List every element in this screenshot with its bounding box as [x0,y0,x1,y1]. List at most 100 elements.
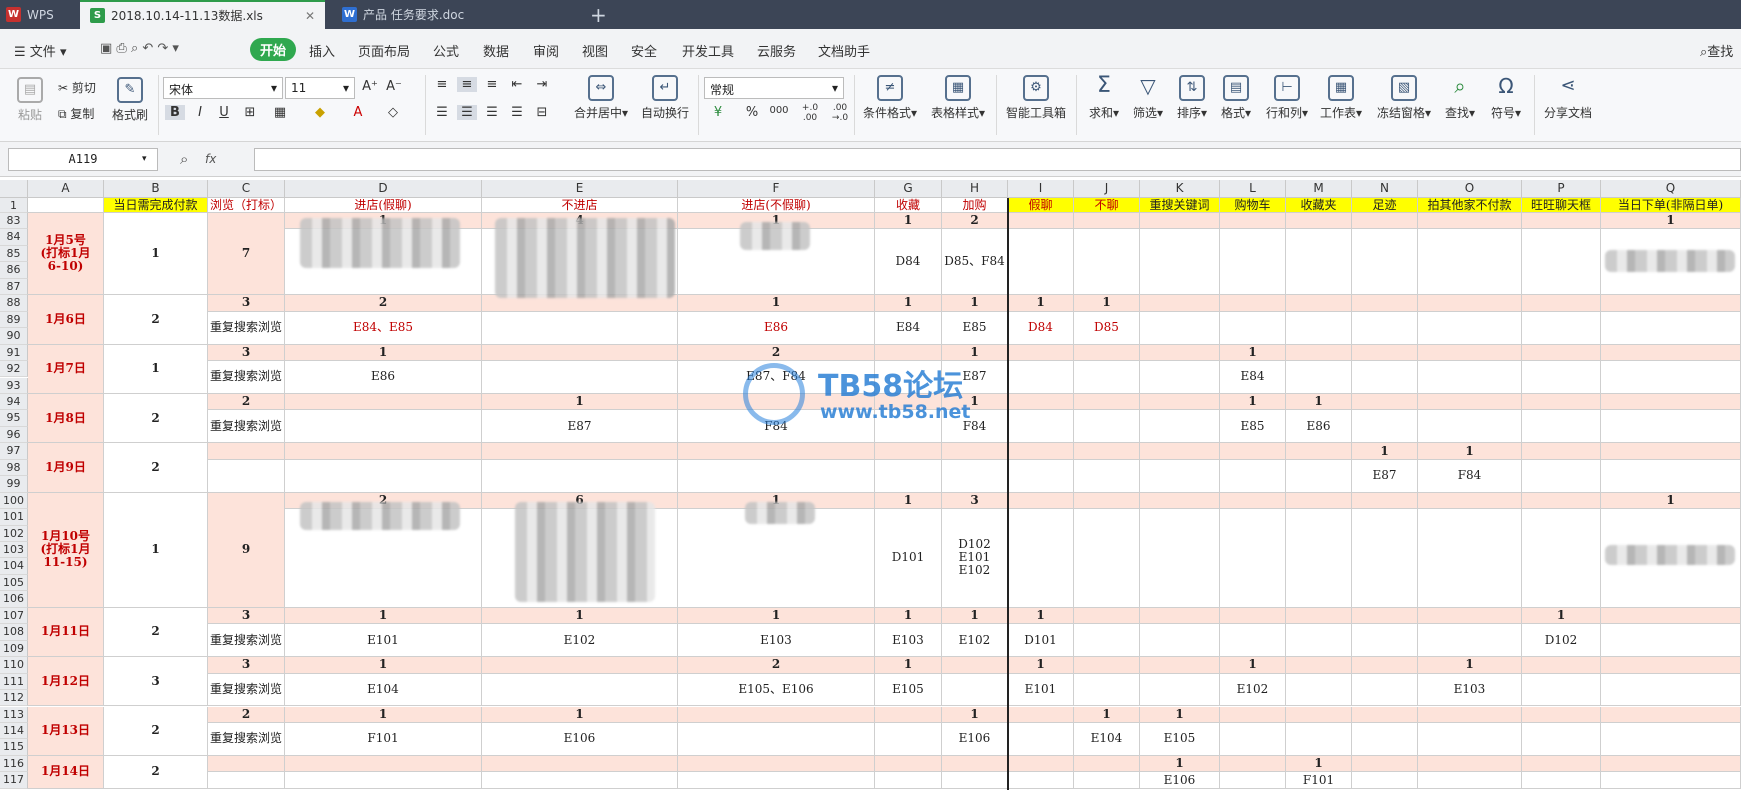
column-header-e[interactable]: E [482,180,678,198]
column-header-n[interactable]: N [1352,180,1418,198]
row-header[interactable]: 106 [0,591,28,608]
date-cell[interactable]: 1月10号 (打标1月 11-15) [28,492,104,608]
count-cell[interactable] [1220,492,1286,510]
count-cell[interactable] [1008,393,1074,411]
value-cell[interactable]: F101 [1286,772,1352,789]
value-cell[interactable]: E104 [1074,722,1140,756]
value-cell[interactable] [1522,459,1601,493]
value-cell[interactable] [1008,361,1074,394]
value-cell[interactable] [1352,772,1418,789]
date-cell[interactable]: 1月6日 [28,295,104,345]
count-cell[interactable] [1418,607,1522,625]
row-header[interactable]: 103 [0,542,28,559]
value-cell[interactable] [1220,624,1286,658]
row-header[interactable]: 97 [0,443,28,460]
count-cell[interactable]: 1 [875,607,942,625]
value-cell[interactable]: E103 [678,624,875,658]
value-cell[interactable] [1352,673,1418,707]
count-cell[interactable] [1140,393,1220,411]
count-cell[interactable] [1418,492,1522,510]
count-cell[interactable] [1601,393,1741,411]
column-header-b[interactable]: B [104,180,208,198]
column-header-f[interactable]: F [678,180,875,198]
count-cell[interactable]: 1 [1220,657,1286,674]
value-cell[interactable] [678,459,875,493]
count-cell[interactable] [1522,657,1601,674]
row-header[interactable]: 102 [0,525,28,542]
value-cell[interactable] [1074,410,1140,444]
count-cell[interactable] [1522,213,1601,230]
row-header[interactable]: 83 [0,213,28,230]
value-cell[interactable] [1418,311,1522,345]
count-cell[interactable] [285,755,482,773]
value-cell[interactable] [1601,410,1741,444]
count-cell[interactable] [1418,706,1522,723]
count-cell[interactable] [1601,344,1741,362]
value-cell[interactable]: E85 [1220,410,1286,444]
count-cell[interactable] [1352,295,1418,312]
count-cell[interactable] [942,755,1008,773]
value-cell[interactable]: E101 [285,624,482,658]
value-cell[interactable] [1601,361,1741,394]
row-header[interactable]: 98 [0,459,28,477]
count-cell[interactable] [1352,393,1418,411]
count-cell[interactable] [875,706,942,723]
value-cell[interactable] [942,772,1008,789]
count-cell[interactable]: 1 [1008,607,1074,625]
value-cell[interactable] [678,772,875,789]
header-cell[interactable]: 进店(假聊) [285,198,482,213]
value-cell[interactable]: F101 [285,722,482,756]
value-cell[interactable]: E87 [1352,459,1418,493]
header-cell[interactable]: 不聊 [1074,198,1140,213]
count-cell[interactable]: 1 [285,706,482,723]
count-cell[interactable] [1601,295,1741,312]
value-cell[interactable] [1074,229,1140,296]
value-cell[interactable] [1140,459,1220,493]
value-cell[interactable] [678,722,875,756]
browse-count-cell[interactable]: 3 [208,607,285,625]
count-cell[interactable]: 1 [942,607,1008,625]
value-cell[interactable] [1008,722,1074,756]
count-cell[interactable] [1074,755,1140,773]
value-cell[interactable]: E86 [1286,410,1352,444]
header-cell[interactable]: 收藏 [875,198,942,213]
count-cell[interactable] [1220,706,1286,723]
count-cell[interactable] [875,443,942,460]
value-cell[interactable]: E84 [1220,361,1286,394]
value-cell[interactable]: E85 [942,311,1008,345]
value-cell[interactable]: E86 [678,311,875,345]
value-cell[interactable]: D102 E101 E102 [942,509,1008,608]
value-cell[interactable] [1140,311,1220,345]
count-cell[interactable] [1008,443,1074,460]
count-cell[interactable]: 1 [1352,443,1418,460]
value-cell[interactable]: E102 [1220,673,1286,707]
value-cell[interactable] [1601,459,1741,493]
count-cell[interactable]: 3 [942,492,1008,510]
count-cell[interactable] [1074,213,1140,230]
row-header[interactable]: 100 [0,492,28,510]
header-cell[interactable]: 当日需完成付款 [104,198,208,213]
row-header[interactable]: 112 [0,690,28,707]
count-cell[interactable]: 1 [1008,295,1074,312]
payment-count-cell[interactable]: 1 [104,492,208,608]
value-cell[interactable] [1418,361,1522,394]
header-cell[interactable]: 进店(不假聊) [678,198,875,213]
value-cell[interactable] [1220,311,1286,345]
count-cell[interactable]: 1 [1418,443,1522,460]
count-cell[interactable]: 2 [942,213,1008,230]
row-header[interactable]: 107 [0,607,28,625]
browse-note-cell[interactable]: 重复搜索浏览 [208,361,285,394]
count-cell[interactable] [1418,295,1522,312]
browse-note-cell[interactable]: 重复搜索浏览 [208,673,285,707]
value-cell[interactable] [1074,509,1140,608]
count-cell[interactable] [1074,443,1140,460]
count-cell[interactable] [1522,755,1601,773]
date-cell[interactable]: 1月5号 (打标1月 6-10) [28,213,104,296]
count-cell[interactable] [1074,492,1140,510]
value-cell[interactable]: E104 [285,673,482,707]
row-header[interactable]: 115 [0,739,28,756]
row-header[interactable]: 104 [0,558,28,575]
value-cell[interactable] [1522,772,1601,789]
payment-count-cell[interactable]: 2 [104,607,208,658]
browse-note-cell[interactable]: 重复搜索浏览 [208,722,285,756]
